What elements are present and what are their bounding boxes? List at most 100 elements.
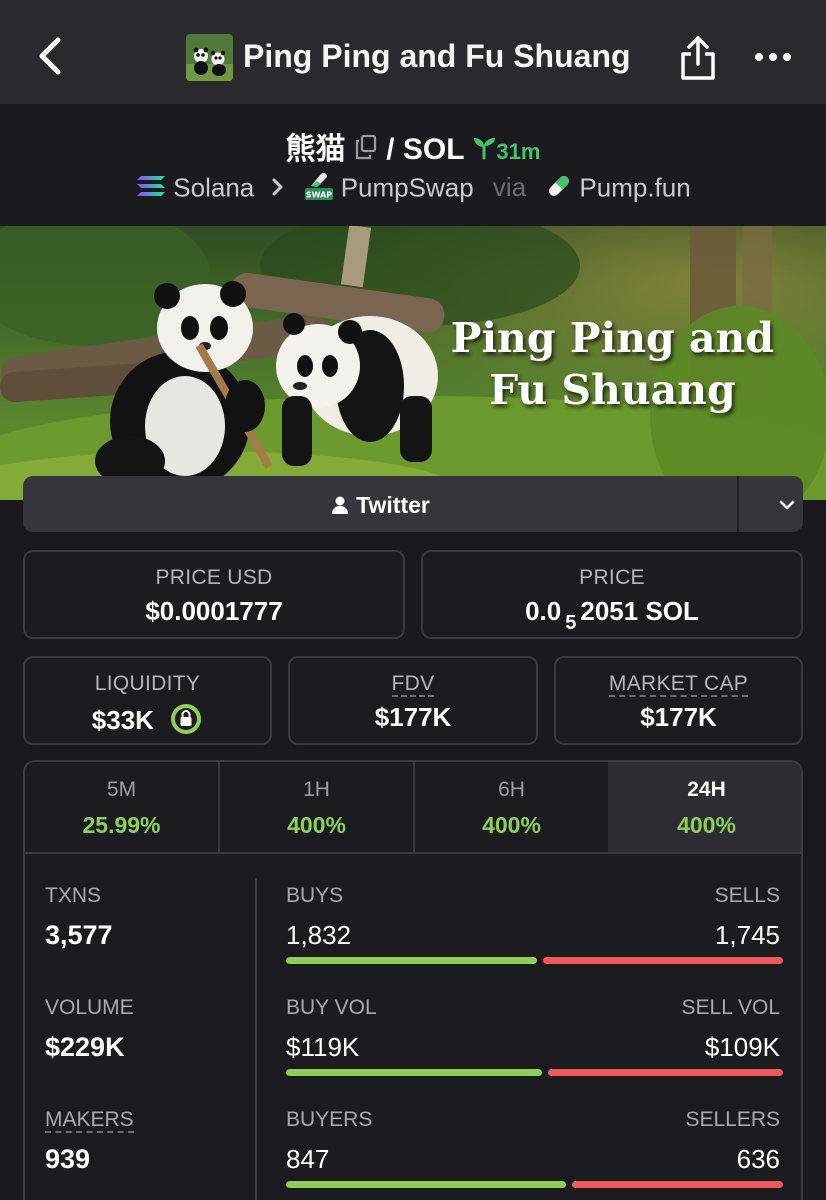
more-icon — [755, 53, 791, 61]
sells-label: SELLS — [714, 884, 780, 907]
buy-vol-label: BUY VOL — [286, 996, 377, 1019]
buys-label: BUYS — [286, 884, 344, 907]
pair-line: 熊猫 / SOL 31m — [0, 124, 826, 168]
price-native-card: PRICE 0.0 5 2051 SOL — [421, 550, 803, 639]
price-native-rest: 2051 SOL — [580, 596, 699, 626]
more-button[interactable] — [752, 44, 794, 70]
tab-change: 400% — [677, 812, 736, 838]
txns-label: TXNS — [45, 884, 102, 907]
buyers-value: 847 — [286, 1144, 330, 1174]
via-label: via — [492, 172, 527, 203]
token-banner: Ping Ping and Fu Shuang — [0, 226, 826, 500]
fdv-label-wrap: FDV — [290, 672, 536, 697]
tab-label: 6H — [498, 778, 525, 801]
top-bar: Ping Ping and Fu Shuang — [0, 0, 826, 104]
liquidity-value-wrap: $33K — [25, 702, 270, 736]
price-native-value: 0.0 5 2051 SOL — [423, 596, 801, 634]
pair-age: 31m — [496, 139, 541, 164]
sell-vol-bar — [548, 1069, 783, 1076]
twitter-button[interactable]: Twitter — [23, 476, 803, 532]
tab-change: 25.99% — [82, 812, 161, 838]
liquidity-card: LIQUIDITY $33K — [23, 656, 272, 745]
chain-path: Solana SWAP PumpSwap via Pump.fun — [0, 170, 826, 209]
txns-value: 3,577 — [45, 920, 113, 950]
market-cap-card: MARKET CAP $177K — [554, 656, 803, 745]
page-title: Ping Ping and Fu Shuang — [243, 38, 631, 74]
tab-6h[interactable]: 6H 400% — [415, 762, 608, 852]
volume-label: VOLUME — [45, 996, 134, 1019]
pumpswap-icon: SWAP — [303, 170, 335, 209]
user-icon — [332, 496, 349, 514]
market-cap-label-wrap: MARKET CAP — [556, 672, 801, 697]
tab-change: 400% — [287, 812, 346, 838]
twitter-label: Twitter — [356, 492, 430, 518]
sell-vol-label: SELL VOL — [681, 996, 780, 1019]
price-native-prefix: 0.0 — [525, 596, 562, 626]
tab-1h[interactable]: 1H 400% — [220, 762, 413, 852]
launchpad-pumpfun-link[interactable]: Pump.fun — [579, 172, 690, 202]
dex-pumpswap-link[interactable]: PumpSwap — [341, 172, 474, 202]
liquidity-label: LIQUIDITY — [94, 672, 201, 695]
price-usd-label: PRICE USD — [155, 566, 273, 589]
back-button[interactable] — [30, 34, 70, 78]
share-icon — [681, 36, 715, 80]
price-usd-value: $0.0001777 — [145, 596, 283, 626]
lock-icon[interactable] — [169, 702, 203, 736]
chevron-left-icon — [39, 37, 61, 75]
chain-solana-link[interactable]: Solana — [173, 172, 254, 202]
pumpfun-icon — [545, 172, 573, 207]
buys-value: 1,832 — [286, 920, 352, 950]
price-native-label: PRICE — [579, 566, 645, 589]
tab-label: 24H — [687, 778, 726, 801]
copy-icon[interactable] — [354, 134, 378, 168]
tab-change: 400% — [482, 812, 541, 838]
price-usd-card: PRICE USD $0.0001777 — [23, 550, 405, 639]
banner-caption: Ping Ping and Fu Shuang — [451, 312, 774, 416]
stats-column-divider — [255, 878, 257, 1200]
chevron-right-icon — [271, 174, 285, 205]
quote-token: SOL — [402, 133, 465, 166]
market-cap-value: $177K — [640, 702, 717, 732]
makers-label[interactable]: MAKERS — [45, 1108, 134, 1133]
timeframe-tabs: 5M 25.99% 1H 400% 6H 400% 24H 400% — [25, 762, 801, 854]
sellers-bar — [572, 1181, 783, 1188]
twitter-label-wrap: Twitter — [23, 492, 737, 519]
chevron-down-icon — [779, 500, 795, 510]
pair-separator: / — [386, 133, 395, 166]
banner-line-1: Ping Ping and — [450, 314, 774, 362]
buy-vol-bar — [286, 1069, 542, 1076]
market-cap-label[interactable]: MARKET CAP — [608, 672, 749, 697]
buy-vol-value: $119K — [286, 1032, 360, 1062]
tab-label: 5M — [106, 778, 137, 801]
solana-icon — [135, 174, 167, 205]
liquidity-value: $33K — [91, 705, 154, 735]
sells-value: 1,745 — [714, 920, 780, 950]
share-button[interactable] — [678, 34, 718, 82]
stats-panel: 5M 25.99% 1H 400% 6H 400% 24H 400% TXNS … — [23, 760, 803, 1200]
buyers-bar — [286, 1181, 566, 1188]
volume-value: $229K — [45, 1032, 125, 1062]
buys-bar — [286, 957, 537, 964]
tab-24h[interactable]: 24H 400% — [608, 762, 801, 852]
twitter-divider — [737, 476, 739, 532]
token-avatar — [186, 34, 233, 81]
pair-info: 熊猫 / SOL 31m Solana SWAP PumpSwap via Pum… — [0, 104, 826, 226]
tab-5m[interactable]: 5M 25.99% — [25, 762, 218, 852]
makers-value: 939 — [45, 1144, 91, 1174]
sell-vol-value: $109K — [704, 1032, 780, 1062]
fdv-label[interactable]: FDV — [391, 672, 435, 697]
fdv-value: $177K — [374, 702, 452, 732]
buyers-label: BUYERS — [286, 1108, 373, 1131]
sellers-label: SELLERS — [685, 1108, 780, 1131]
sellers-value: 636 — [736, 1144, 780, 1174]
banner-line-2: Fu Shuang — [488, 366, 736, 414]
fdv-card: FDV $177K — [288, 656, 538, 745]
makers-label-wrap: MAKERS — [45, 1108, 134, 1133]
socials-dropdown-button[interactable] — [779, 498, 795, 516]
seedling-icon — [472, 134, 496, 168]
tab-label: 1H — [303, 778, 330, 801]
base-token: 熊猫 — [285, 133, 346, 166]
sells-bar — [543, 957, 783, 964]
svg-text:SWAP: SWAP — [306, 191, 332, 200]
price-native-zeros: 5 — [565, 612, 577, 634]
